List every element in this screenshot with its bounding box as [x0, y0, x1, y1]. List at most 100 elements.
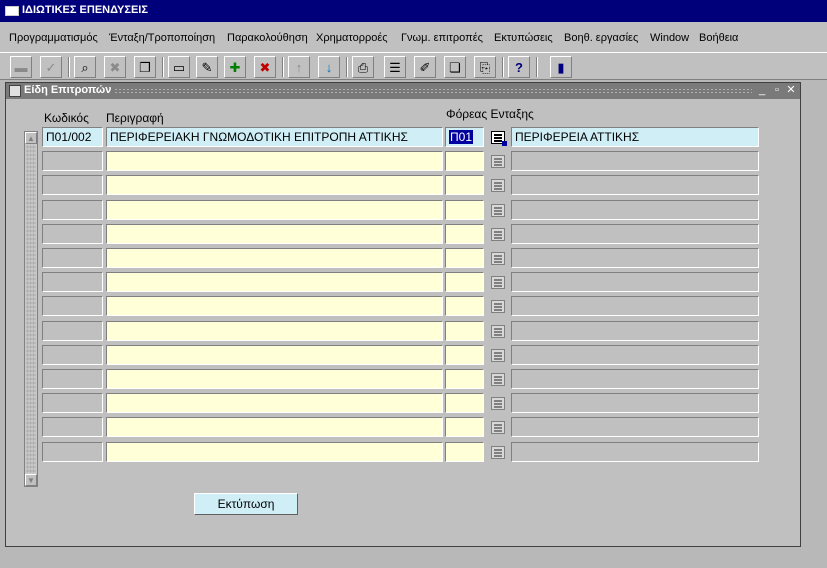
minimize-icon[interactable]: _ — [756, 84, 768, 97]
code-field[interactable] — [42, 442, 103, 462]
lov-icon[interactable] — [488, 369, 508, 389]
org-name-field[interactable] — [511, 175, 759, 195]
org-code-field[interactable]: Π01 — [445, 127, 484, 147]
org-code-field[interactable] — [445, 272, 484, 292]
lov-icon[interactable] — [488, 321, 508, 341]
scroll-track[interactable] — [26, 145, 36, 473]
org-code-field[interactable] — [445, 175, 484, 195]
next-icon[interactable]: ↓ — [318, 56, 340, 78]
search-icon[interactable]: ⌕ — [74, 56, 96, 78]
org-code-field[interactable] — [445, 417, 484, 437]
description-field[interactable] — [106, 151, 443, 171]
edit-field-icon[interactable]: ✐ — [414, 56, 436, 78]
org-name-field[interactable] — [511, 442, 759, 462]
lov-icon[interactable] — [488, 200, 508, 220]
description-field[interactable] — [106, 175, 443, 195]
maximize-icon[interactable]: ▫ — [771, 84, 783, 97]
copy-field-icon[interactable]: ❏ — [444, 56, 466, 78]
edit-icon[interactable]: ✎ — [196, 56, 218, 78]
form-window-icon[interactable] — [9, 85, 21, 97]
delete-record-icon[interactable]: ▭ — [168, 56, 190, 78]
print-button[interactable]: Εκτύπωση — [194, 493, 298, 515]
code-field[interactable] — [42, 321, 103, 341]
menu-window[interactable]: Window — [650, 32, 689, 44]
copy-icon[interactable]: ❐ — [134, 56, 156, 78]
description-field[interactable] — [106, 248, 443, 268]
org-name-field[interactable] — [511, 369, 759, 389]
list-icon[interactable]: ☰ — [384, 56, 406, 78]
org-code-field[interactable] — [445, 345, 484, 365]
remove-record-icon[interactable]: ✖ — [254, 56, 276, 78]
menu-aux-tasks[interactable]: Βοηθ. εργασίες — [564, 32, 638, 44]
org-name-field[interactable] — [511, 296, 759, 316]
insert-record-icon[interactable]: ✚ — [224, 56, 246, 78]
description-field[interactable] — [106, 321, 443, 341]
code-field[interactable]: Π01/002 — [42, 127, 103, 147]
org-name-field[interactable] — [511, 321, 759, 341]
code-field[interactable] — [42, 369, 103, 389]
menu-cashflows[interactable]: Χρηματορροές — [316, 32, 388, 44]
print-icon[interactable]: ⎙ — [352, 56, 374, 78]
description-field[interactable] — [106, 417, 443, 437]
description-field[interactable] — [106, 393, 443, 413]
lov-icon[interactable] — [488, 224, 508, 244]
org-name-field[interactable] — [511, 272, 759, 292]
clear-icon[interactable]: ✖ — [104, 56, 126, 78]
org-name-field[interactable] — [511, 200, 759, 220]
lov-icon[interactable] — [488, 417, 508, 437]
code-field[interactable] — [42, 151, 103, 171]
lov-icon[interactable] — [488, 272, 508, 292]
description-field[interactable] — [106, 224, 443, 244]
org-name-field[interactable]: ΠΕΡΙΦΕΡΕΙΑ ΑΤΤΙΚΗΣ — [511, 127, 759, 147]
paste-icon[interactable]: ⎘ — [474, 56, 496, 78]
org-name-field[interactable] — [511, 417, 759, 437]
code-field[interactable] — [42, 248, 103, 268]
description-field[interactable] — [106, 442, 443, 462]
code-field[interactable] — [42, 200, 103, 220]
code-field[interactable] — [42, 296, 103, 316]
org-code-field[interactable] — [445, 442, 484, 462]
description-field[interactable] — [106, 200, 443, 220]
records-scrollbar[interactable]: ▲ ▼ — [24, 131, 38, 487]
scroll-down-icon[interactable]: ▼ — [25, 474, 37, 486]
lov-icon[interactable] — [488, 393, 508, 413]
org-code-field[interactable] — [445, 200, 484, 220]
code-field[interactable] — [42, 272, 103, 292]
org-name-field[interactable] — [511, 393, 759, 413]
lov-icon[interactable] — [488, 175, 508, 195]
org-name-field[interactable] — [511, 345, 759, 365]
lov-icon[interactable] — [488, 296, 508, 316]
save-icon[interactable]: ▬ — [10, 56, 32, 78]
org-name-field[interactable] — [511, 248, 759, 268]
org-code-field[interactable] — [445, 248, 484, 268]
description-field[interactable] — [106, 369, 443, 389]
menu-help[interactable]: Βοήθεια — [699, 32, 738, 44]
window-menu-icon[interactable] — [5, 6, 19, 16]
org-code-field[interactable] — [445, 296, 484, 316]
menu-prints[interactable]: Εκτυπώσεις — [494, 32, 553, 44]
org-code-field[interactable] — [445, 224, 484, 244]
code-field[interactable] — [42, 417, 103, 437]
accept-icon[interactable]: ✓ — [40, 56, 62, 78]
exit-icon[interactable]: ▮ — [550, 56, 572, 78]
menu-monitoring[interactable]: Παρακολούθηση — [227, 32, 308, 44]
org-code-field[interactable] — [445, 151, 484, 171]
lov-icon[interactable] — [488, 127, 508, 147]
org-code-field[interactable] — [445, 321, 484, 341]
menu-programming[interactable]: Προγραμματισμός — [9, 32, 98, 44]
org-name-field[interactable] — [511, 224, 759, 244]
code-field[interactable] — [42, 393, 103, 413]
description-field[interactable] — [106, 345, 443, 365]
org-name-field[interactable] — [511, 151, 759, 171]
description-field[interactable] — [106, 296, 443, 316]
lov-icon[interactable] — [488, 442, 508, 462]
close-icon[interactable]: ✕ — [785, 84, 797, 97]
org-code-field[interactable] — [445, 393, 484, 413]
description-field[interactable] — [106, 272, 443, 292]
previous-icon[interactable]: ↑ — [288, 56, 310, 78]
menu-inclusion[interactable]: Ένταξη/Τροποποίηση — [109, 32, 215, 44]
org-code-field[interactable] — [445, 369, 484, 389]
description-field[interactable]: ΠΕΡΙΦΕΡΕΙΑΚΗ ΓΝΩΜΟΔΟΤΙΚΗ ΕΠΙΤΡΟΠΗ ΑΤΤΙΚΗ… — [106, 127, 443, 147]
lov-icon[interactable] — [488, 248, 508, 268]
menu-committees[interactable]: Γνωμ. επιτροπές — [401, 32, 483, 44]
